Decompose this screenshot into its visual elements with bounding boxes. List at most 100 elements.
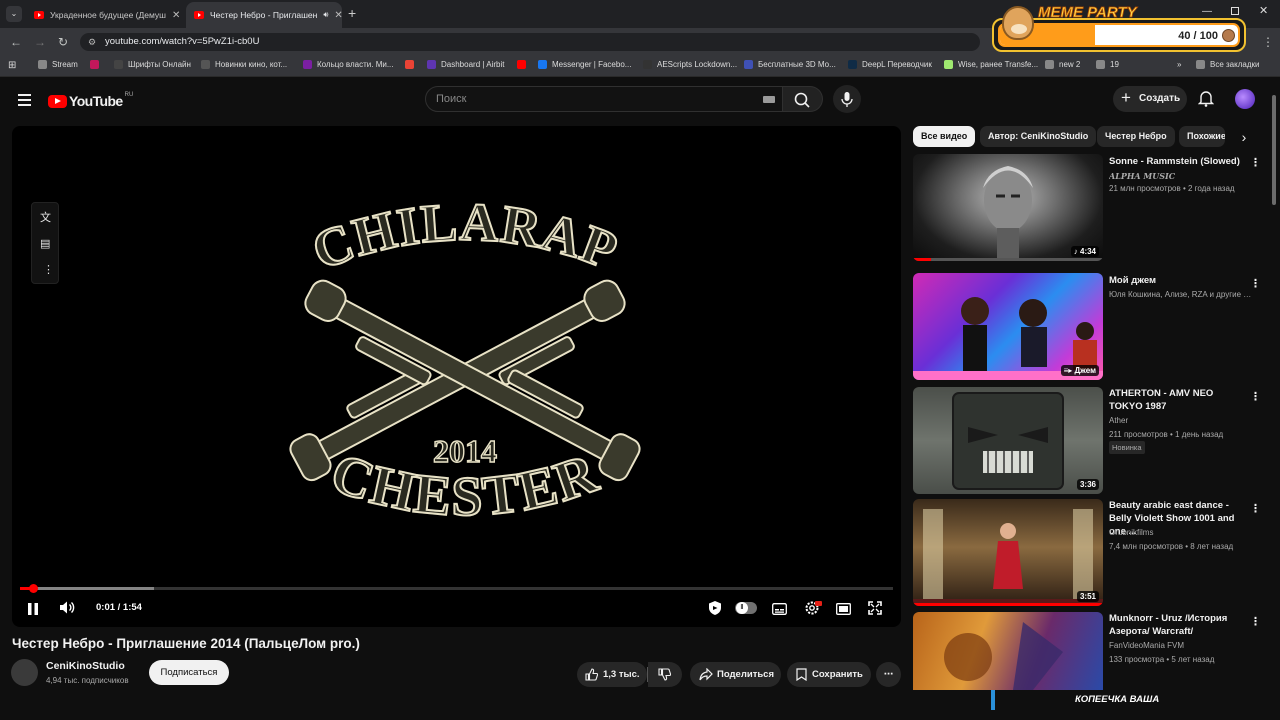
new-tab-button[interactable]: + — [348, 5, 356, 21]
bookmark-item[interactable]: Кольцо власти. Ми... — [303, 60, 394, 69]
voice-search-button[interactable] — [833, 85, 861, 113]
meme-party-title: MEME PARTY — [1038, 4, 1137, 22]
chip-all-videos[interactable]: Все видео — [913, 126, 976, 147]
recommendation-menu-icon[interactable]: ⋮ — [1250, 502, 1261, 515]
miniplayer-icon[interactable] — [836, 602, 851, 620]
pause-button[interactable] — [27, 602, 39, 620]
close-tab-icon[interactable]: ✕ — [328, 10, 342, 21]
all-bookmarks[interactable]: Все закладки — [1196, 60, 1259, 69]
share-button[interactable]: Поделиться — [690, 662, 781, 687]
bookmark-item[interactable]: DeepL Переводчик — [848, 60, 932, 69]
bookmark-item[interactable]: 19 — [1096, 60, 1119, 69]
search-input[interactable]: Поиск — [425, 86, 783, 112]
restore-window-button[interactable] — [1231, 7, 1239, 15]
recommendation-thumbnail[interactable]: 3:51 — [913, 499, 1103, 606]
bookmark-label: Бесплатные 3D Мо... — [758, 60, 836, 69]
bookmark-item[interactable] — [405, 60, 419, 69]
reload-icon[interactable]: ↻ — [58, 35, 68, 49]
chips-next-arrow-icon[interactable]: › — [1233, 126, 1255, 148]
bookmark-favicon-icon — [38, 60, 47, 69]
chip-author[interactable]: Автор: CeniKinoStudio — [980, 126, 1097, 147]
bookmark-item[interactable] — [517, 60, 531, 69]
recommendation-thumbnail[interactable]: ≡▸ Джем — [913, 273, 1103, 380]
more-actions-button[interactable]: ⋯ — [876, 662, 901, 687]
recommendation-title[interactable]: Munknorr - Uruz /История Азерота/ Warcra… — [1109, 612, 1249, 638]
bookmark-item[interactable]: Messenger | Facebo... — [538, 60, 631, 69]
recommendation-menu-icon[interactable]: ⋮ — [1250, 390, 1261, 403]
bookmark-item[interactable]: new 2 — [1045, 60, 1080, 69]
forward-arrow-icon[interactable]: → — [34, 35, 46, 49]
translate-icon[interactable]: 文 — [40, 209, 51, 225]
autoplay-toggle[interactable]: Ⅱ — [735, 602, 757, 614]
save-button[interactable]: Сохранить — [787, 662, 871, 687]
address-bar[interactable]: ⚙︎ youtube.com/watch?v=5PwZ1i-cb0U — [80, 33, 980, 51]
dancer-art — [913, 509, 1103, 606]
apps-grid-icon[interactable]: ⊞ — [8, 60, 16, 71]
search-icon — [794, 92, 810, 108]
scrollbar-thumb[interactable] — [1272, 95, 1276, 205]
search-button[interactable] — [783, 86, 823, 112]
bookmark-label: Messenger | Facebo... — [552, 60, 632, 69]
fullscreen-icon[interactable] — [868, 601, 882, 620]
tab-stolen-future[interactable]: Украденное будущее (Демуш ✕ — [26, 2, 182, 28]
recommendation-menu-icon[interactable]: ⋮ — [1250, 277, 1261, 290]
subscribe-button[interactable]: Подписаться — [149, 660, 229, 685]
recommendation-thumbnail[interactable]: 3:36 — [913, 387, 1103, 494]
recommendation-menu-icon[interactable]: ⋮ — [1250, 615, 1261, 628]
video-progress-bar[interactable] — [20, 584, 893, 593]
overlay-caption: КОПЕЕЧКА ВАША — [1075, 694, 1160, 705]
bookmark-item[interactable]: Stream — [38, 60, 78, 69]
like-button[interactable]: 1,3 тыс. — [577, 662, 647, 687]
youtube-logo[interactable]: YouTube RU — [48, 92, 133, 109]
kebab-menu-icon[interactable]: ⋮ — [1262, 35, 1274, 49]
dislike-button[interactable] — [648, 662, 682, 687]
create-button[interactable]: Создать — [1113, 85, 1187, 112]
bookmark-item[interactable]: Dashboard | Airbit — [427, 60, 504, 69]
bookmark-item[interactable]: Шрифты Онлайн — [114, 60, 191, 69]
channel-avatar[interactable] — [11, 659, 38, 686]
volume-button[interactable] — [59, 600, 76, 620]
notifications-bell-icon[interactable] — [1197, 89, 1215, 111]
jam-thumbnail-art — [913, 297, 1103, 380]
channel-name[interactable]: CeniKinoStudio — [46, 660, 125, 672]
keyboard-icon[interactable] — [763, 96, 775, 103]
settings-gear-icon[interactable] — [804, 600, 822, 621]
more-options-icon[interactable]: ⋮ — [43, 263, 54, 276]
bookmark-item[interactable]: Wise, ранее Transfe... — [944, 60, 1038, 69]
tab-chester-nebro[interactable]: Честер Небро - Приглашен 🔊︎ ✕ — [186, 2, 342, 28]
sponsorblock-icon[interactable] — [707, 600, 723, 621]
bookmark-favicon-icon — [517, 60, 526, 69]
bookmark-item[interactable] — [90, 60, 104, 69]
tab-search-icon[interactable]: ⌄ — [6, 6, 22, 22]
chip-related[interactable]: Похожие — [1179, 126, 1225, 147]
recommendation-meta: 21 млн просмотров • 2 года назад — [1109, 184, 1235, 193]
chip-chester-nebro[interactable]: Честер Небро — [1097, 126, 1175, 147]
video-title: Честер Небро - Приглашение 2014 (ПальцеЛ… — [12, 636, 360, 651]
recommendation-channel[interactable]: FanVideoMania FVM — [1109, 641, 1254, 650]
minimize-window-button[interactable]: — — [1202, 6, 1212, 17]
bookmarks-overflow-icon[interactable]: » — [1177, 60, 1181, 69]
close-tab-icon[interactable]: ✕ — [166, 10, 180, 21]
recommendation-thumbnail[interactable] — [913, 612, 1103, 690]
recommendation-thumbnail[interactable]: ♪ 4:34 — [913, 154, 1103, 261]
user-avatar[interactable] — [1235, 89, 1255, 109]
captions-icon[interactable]: ▤ — [40, 237, 50, 250]
bookmark-item[interactable]: AEScripts Lockdown... — [643, 60, 737, 69]
more-horizontal-icon: ⋯ — [883, 669, 894, 680]
recommendation-title[interactable]: Мой джем — [1109, 274, 1249, 287]
recommendation-menu-icon[interactable]: ⋮ — [1250, 156, 1261, 169]
bookmark-item[interactable]: Бесплатные 3D Мо... — [744, 60, 836, 69]
recommendation-channel[interactable]: ALPHA MUSIC — [1109, 171, 1254, 181]
site-info-icon[interactable]: ⚙︎ — [88, 33, 96, 51]
close-window-button[interactable]: ✕ — [1259, 4, 1268, 17]
back-arrow-icon[interactable]: ← — [10, 35, 22, 49]
subtitles-icon[interactable] — [772, 602, 787, 620]
bookmark-label: AEScripts Lockdown... — [657, 60, 738, 69]
recommendation-title[interactable]: ATHERTON - AMV NEO TOKYO 1987 — [1109, 387, 1249, 413]
recommendation-channel[interactable]: Ather — [1109, 416, 1254, 425]
warcraft-art — [944, 622, 1063, 690]
recommendation-channel[interactable]: Grubnikfilms — [1109, 528, 1254, 537]
recommendation-title[interactable]: Sonne - Rammstein (Slowed) — [1109, 155, 1249, 168]
bookmark-item[interactable]: Новинки кино, кот... — [201, 60, 287, 69]
page-scrollbar[interactable] — [1271, 91, 1277, 691]
